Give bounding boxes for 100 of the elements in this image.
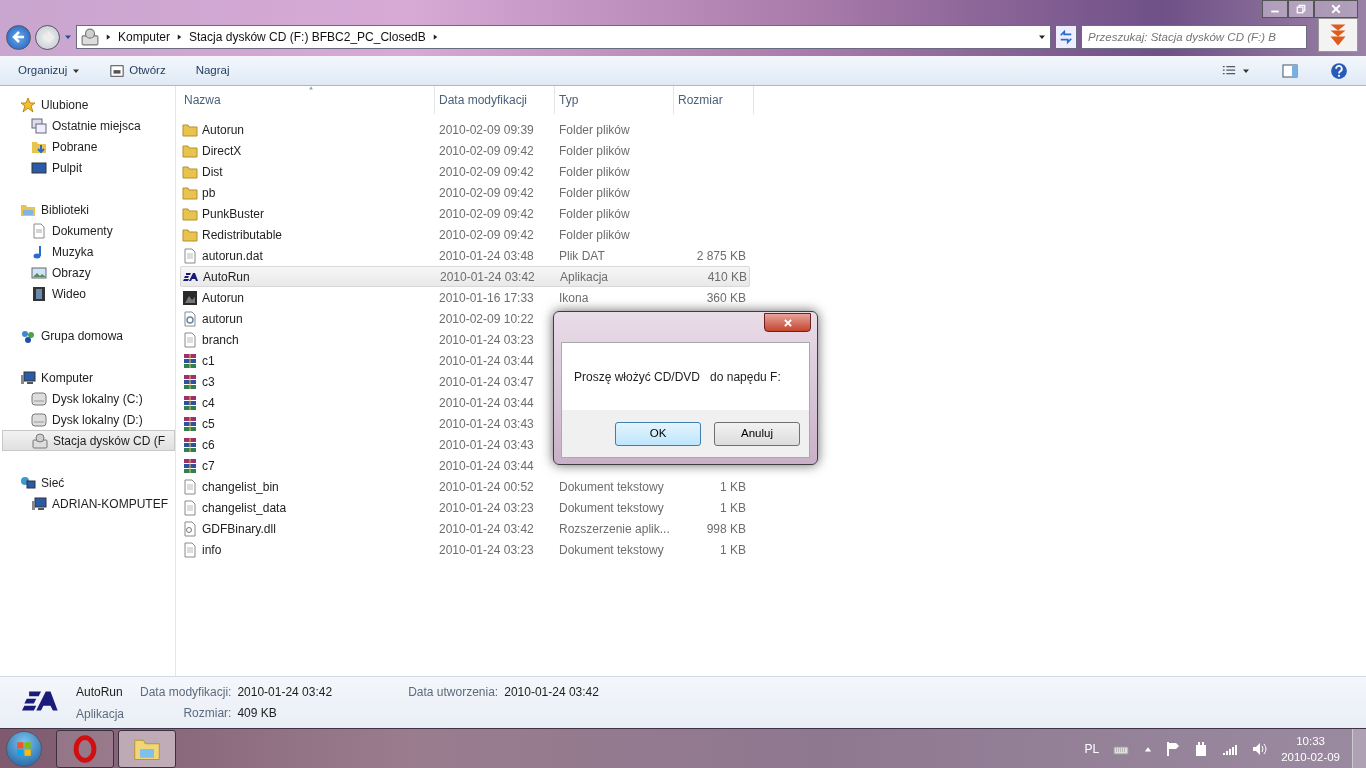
file-row[interactable]: autorun 2010-02-09 10:22	[180, 308, 750, 329]
dialog-button[interactable]: OK	[615, 421, 701, 446]
file-row[interactable]: GDFBinary.dll 2010-01-24 03:42 Rozszerzenie aplik... 998 KB	[180, 518, 750, 539]
window-stack-icon	[31, 117, 47, 134]
forward-button[interactable]	[35, 24, 60, 50]
details-label: Data modyfikacji:	[140, 684, 232, 701]
sort-arrow-icon	[307, 85, 315, 90]
sidebar-item[interactable]: Biblioteki	[0, 199, 175, 220]
chevron-right-icon	[105, 33, 112, 41]
sidebar-item[interactable]: Pulpit	[0, 157, 175, 178]
flag-icon	[1165, 740, 1182, 757]
toolbar-button[interactable]: Organizuj	[10, 58, 89, 83]
file-row[interactable]: Autorun 2010-02-09 09:39 Folder plików	[180, 119, 750, 140]
sidebar-item[interactable]: Pobrane	[0, 136, 175, 157]
dropdown-caret-icon	[1038, 33, 1046, 41]
language-indicator[interactable]: PL	[1084, 739, 1100, 758]
show-desktop-button[interactable]	[1352, 728, 1366, 768]
restore-icon	[1296, 4, 1306, 14]
sidebar-item[interactable]: Komputer	[0, 367, 175, 388]
download-arrows-button[interactable]	[1318, 18, 1358, 52]
file-row[interactable]: changelist_data 2010-01-24 03:23 Dokument tekstowy 1 KB	[180, 497, 750, 518]
gear-file-icon	[182, 310, 198, 327]
file-name: branch	[202, 331, 239, 349]
back-button[interactable]	[6, 24, 31, 50]
file-date: 2010-01-24 03:47	[438, 373, 535, 391]
sidebar-item[interactable]: Muzyka	[0, 241, 175, 262]
books-stack-icon	[182, 373, 198, 390]
file-name: AutoRun	[203, 268, 250, 286]
file-row[interactable]: info 2010-01-24 03:23 Dokument tekstowy 1 KB	[180, 539, 750, 560]
file-date: 2010-01-24 03:44	[438, 352, 535, 370]
file-type: Folder plików	[558, 226, 631, 244]
file-row[interactable]: DirectX 2010-02-09 09:42 Folder plików	[180, 140, 750, 161]
window-icon	[110, 63, 125, 78]
sidebar-item[interactable]: Grupa domowa	[0, 325, 175, 346]
column-header[interactable]: Rozmiar	[674, 86, 754, 114]
file-name: DirectX	[202, 142, 242, 160]
breadcrumb-item[interactable]: Komputer	[118, 28, 171, 46]
file-row[interactable]: c7 2010-01-24 03:44	[180, 455, 750, 476]
search-field[interactable]: Przeszukaj: Stacja dysków CD (F:) B	[1081, 25, 1307, 49]
close-button[interactable]	[1314, 0, 1358, 18]
gear-file-icon	[182, 520, 198, 537]
ring-o-icon	[72, 734, 98, 763]
file-date: 2010-02-09 09:42	[438, 163, 535, 181]
sidebar-item[interactable]: Wideo	[0, 283, 175, 304]
close-icon	[1331, 4, 1341, 14]
document-icon	[182, 247, 198, 264]
toolbar-button[interactable]: Nagraj	[187, 58, 238, 83]
file-row[interactable]: PunkBuster 2010-02-09 09:42 Folder plików	[180, 203, 750, 224]
file-date: 2010-01-16 17:33	[438, 289, 535, 307]
dialog-button[interactable]: Anuluj	[714, 421, 800, 446]
dialog-close-button[interactable]	[764, 313, 811, 332]
windows-logo-icon	[15, 739, 33, 758]
file-row[interactable]: c1 2010-01-24 03:44	[180, 350, 750, 371]
file-size: 998 KB	[705, 520, 746, 538]
address-bar[interactable]: Komputer Stacja dysków CD (F:) BFBC2_PC_ClosedB	[76, 25, 1051, 49]
file-date: 2010-01-24 03:44	[438, 457, 535, 475]
file-row[interactable]: branch 2010-01-24 03:23	[180, 329, 750, 350]
file-name: c5	[202, 415, 215, 433]
file-size: 2 875 KB	[695, 247, 746, 265]
file-date: 2010-02-09 09:39	[438, 121, 535, 139]
file-row[interactable]: autorun.dat 2010-01-24 03:48 Plik DAT 2 875 KB	[180, 245, 750, 266]
refresh-button[interactable]	[1055, 25, 1077, 49]
toolbar-button[interactable]: Otwórz	[102, 58, 174, 83]
pane-icon	[1282, 62, 1298, 79]
folder-icon	[182, 163, 198, 180]
books-stack-icon	[182, 352, 198, 369]
file-row[interactable]: Redistributable 2010-02-09 09:42 Folder plików	[180, 224, 750, 245]
column-header[interactable]: Data modyfikacji	[435, 86, 555, 114]
taskbar-button[interactable]	[118, 729, 176, 768]
file-row[interactable]: pb 2010-02-09 09:42 Folder plików	[180, 182, 750, 203]
file-row[interactable]: c4 2010-01-24 03:44	[180, 392, 750, 413]
cd-drive-icon	[81, 28, 99, 46]
minimize-button[interactable]	[1262, 0, 1288, 18]
sidebar-item[interactable]: Dysk lokalny (D:)	[0, 409, 175, 430]
details-label: Rozmiar:	[182, 705, 232, 722]
sidebar-item[interactable]: Dysk lokalny (C:)	[0, 388, 175, 409]
breadcrumb-item[interactable]: Stacja dysków CD (F:) BFBC2_PC_ClosedB	[189, 28, 426, 46]
document-icon	[182, 541, 198, 558]
sidebar-item[interactable]: Stacja dysków CD (F	[2, 430, 175, 451]
sidebar-item[interactable]: ADRIAN-KOMPUTEF	[0, 493, 175, 514]
column-header[interactable]: Nazwa	[180, 86, 435, 114]
file-type: Folder plików	[558, 205, 631, 223]
sidebar-item[interactable]: Ulubione	[0, 94, 175, 115]
file-row[interactable]: Autorun 2010-01-16 17:33 Ikona 360 KB	[180, 287, 750, 308]
file-row[interactable]: Dist 2010-02-09 09:42 Folder plików	[180, 161, 750, 182]
column-header[interactable]: Typ	[555, 86, 674, 114]
sidebar-item[interactable]: Obrazy	[0, 262, 175, 283]
restore-button[interactable]	[1288, 0, 1314, 18]
file-row[interactable]: AutoRun 2010-01-24 03:42 Aplikacja 410 KB	[180, 266, 750, 287]
sidebar-item[interactable]: Ostatnie miejsca	[0, 115, 175, 136]
folder-icon	[182, 121, 198, 138]
books-stack-icon	[182, 394, 198, 411]
document-icon	[31, 222, 47, 239]
file-size: 1 KB	[719, 541, 746, 559]
file-row[interactable]: changelist_bin 2010-01-24 00:52 Dokument tekstowy 1 KB	[180, 476, 750, 497]
sidebar-item[interactable]: Dokumenty	[0, 220, 175, 241]
start-button[interactable]	[6, 730, 42, 767]
dialog-message: Proszę włożyć CD/DVD do napędu F:	[574, 368, 781, 386]
file-date: 2010-01-24 03:42	[439, 268, 536, 286]
sidebar-item[interactable]: Sieć	[0, 472, 175, 493]
